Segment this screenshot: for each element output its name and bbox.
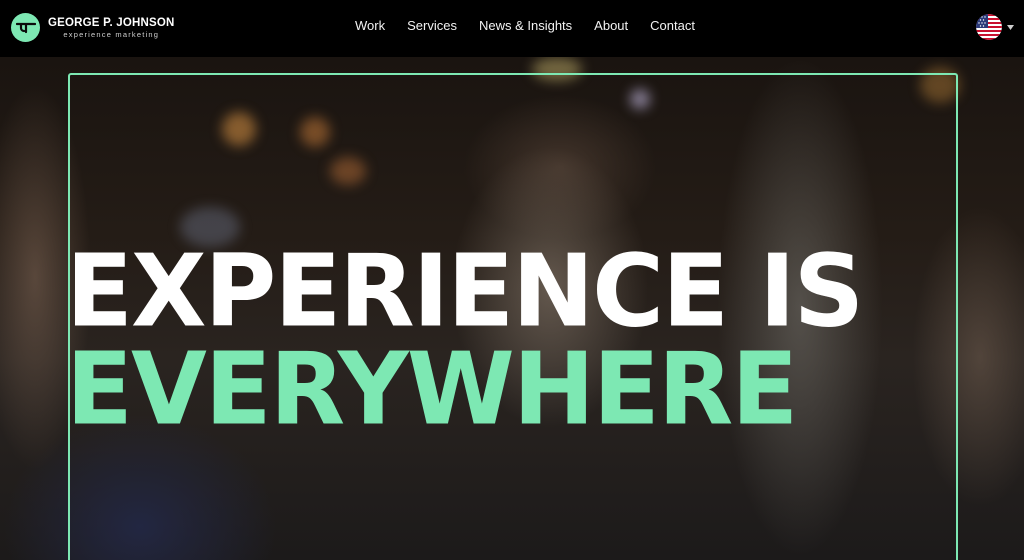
nav-item-work[interactable]: Work	[355, 18, 385, 33]
hero-headline-line-2: EVERYWHERE	[66, 331, 798, 449]
brand-name: GEORGE P. JOHNSON	[48, 16, 175, 29]
brand-logo-link[interactable]: GEORGE P. JOHNSON experience marketing	[11, 13, 175, 42]
gpj-logo-icon	[11, 13, 40, 42]
nav-item-about[interactable]: About	[594, 18, 628, 33]
nav-item-contact[interactable]: Contact	[650, 18, 695, 33]
language-selector[interactable]	[976, 14, 1014, 40]
top-navigation-bar: GEORGE P. JOHNSON experience marketing W…	[0, 0, 1024, 57]
nav-item-news-insights[interactable]: News & Insights	[479, 18, 572, 33]
hero-headline: EXPERIENCE IS EVERYWHERE	[66, 233, 864, 449]
hero-headline-line-1: EXPERIENCE IS	[66, 233, 864, 351]
chevron-down-icon	[1007, 24, 1014, 30]
nav-item-services[interactable]: Services	[407, 18, 457, 33]
hero-video-section: EXPERIENCE IS EVERYWHERE	[0, 57, 1024, 560]
us-flag-icon	[976, 14, 1002, 40]
brand-tagline: experience marketing	[63, 29, 160, 39]
brand-text: GEORGE P. JOHNSON experience marketing	[48, 17, 175, 39]
main-nav: Work Services News & Insights About Cont…	[355, 18, 717, 33]
